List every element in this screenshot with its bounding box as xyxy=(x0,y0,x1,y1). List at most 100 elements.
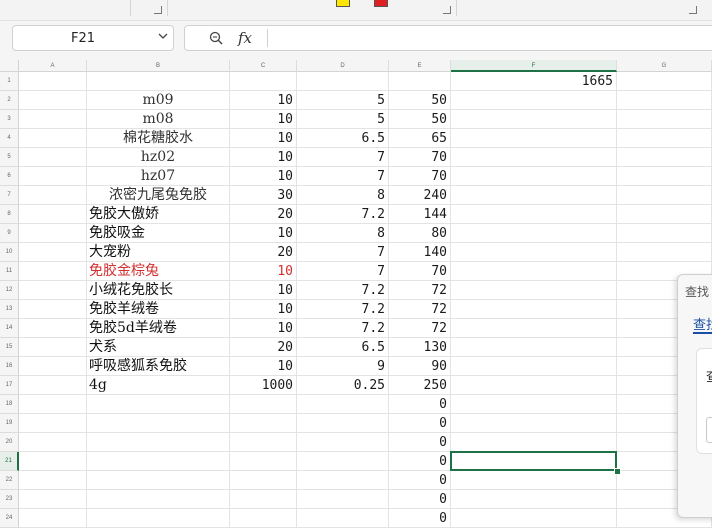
cell-F8[interactable] xyxy=(451,205,617,224)
cell-B2[interactable]: m09 xyxy=(87,91,230,110)
cell-D7[interactable]: 8 xyxy=(297,186,389,205)
cell-E24[interactable]: 0 xyxy=(389,509,451,528)
row-header-13[interactable]: 13 xyxy=(0,300,19,319)
dialog-launcher-icon[interactable] xyxy=(689,6,697,14)
cell-D22[interactable] xyxy=(297,471,389,490)
cell-D6[interactable]: 7 xyxy=(297,167,389,186)
cell-B24[interactable] xyxy=(87,509,230,528)
cell-E20[interactable]: 0 xyxy=(389,433,451,452)
cell-G4[interactable] xyxy=(617,129,712,148)
cell-C19[interactable] xyxy=(230,414,297,433)
cell-E7[interactable]: 240 xyxy=(389,186,451,205)
cell-F18[interactable] xyxy=(451,395,617,414)
cell-C4[interactable]: 10 xyxy=(230,129,297,148)
cell-D19[interactable] xyxy=(297,414,389,433)
row-header-18[interactable]: 18 xyxy=(0,395,19,414)
cell-E14[interactable]: 72 xyxy=(389,319,451,338)
cell-B9[interactable]: 免胶吸金 xyxy=(87,224,230,243)
row-header-17[interactable]: 17 xyxy=(0,376,19,395)
cell-B6[interactable]: hz07 xyxy=(87,167,230,186)
cell-F17[interactable] xyxy=(451,376,617,395)
cell-E12[interactable]: 72 xyxy=(389,281,451,300)
cell-B14[interactable]: 免胶5d羊绒卷 xyxy=(87,319,230,338)
cell-A17[interactable] xyxy=(19,376,87,395)
cell-F13[interactable] xyxy=(451,300,617,319)
find-input[interactable] xyxy=(706,417,712,443)
cell-C1[interactable] xyxy=(230,72,297,91)
cell-D14[interactable]: 7.2 xyxy=(297,319,389,338)
cell-C23[interactable] xyxy=(230,490,297,509)
cell-A7[interactable] xyxy=(19,186,87,205)
cell-D15[interactable]: 6.5 xyxy=(297,338,389,357)
cell-B4[interactable]: 棉花糖胶水 xyxy=(87,129,230,148)
cell-B15[interactable]: 犬系 xyxy=(87,338,230,357)
active-cell-selection[interactable] xyxy=(450,451,617,471)
cell-D5[interactable]: 7 xyxy=(297,148,389,167)
cell-B13[interactable]: 免胶羊绒卷 xyxy=(87,300,230,319)
cell-C9[interactable]: 10 xyxy=(230,224,297,243)
cell-F2[interactable] xyxy=(451,91,617,110)
cell-A3[interactable] xyxy=(19,110,87,129)
row-header-11[interactable]: 11 xyxy=(0,262,19,281)
cell-D8[interactable]: 7.2 xyxy=(297,205,389,224)
column-header-C[interactable]: C xyxy=(230,60,297,72)
cell-C7[interactable]: 30 xyxy=(230,186,297,205)
cell-C21[interactable] xyxy=(230,452,297,471)
cell-G2[interactable] xyxy=(617,91,712,110)
cell-D1[interactable] xyxy=(297,72,389,91)
cell-E2[interactable]: 50 xyxy=(389,91,451,110)
cell-A5[interactable] xyxy=(19,148,87,167)
dialog-launcher-icon[interactable] xyxy=(154,6,162,14)
cell-D24[interactable] xyxy=(297,509,389,528)
cell-D2[interactable]: 5 xyxy=(297,91,389,110)
name-box-value[interactable]: F21 xyxy=(13,31,153,46)
cell-E8[interactable]: 144 xyxy=(389,205,451,224)
cell-C8[interactable]: 20 xyxy=(230,205,297,224)
row-header-21[interactable]: 21 xyxy=(0,452,19,471)
cell-A16[interactable] xyxy=(19,357,87,376)
column-header-D[interactable]: D xyxy=(297,60,389,72)
cell-C11[interactable]: 10 xyxy=(230,262,297,281)
cell-G9[interactable] xyxy=(617,224,712,243)
cell-F3[interactable] xyxy=(451,110,617,129)
cell-A11[interactable] xyxy=(19,262,87,281)
cell-G3[interactable] xyxy=(617,110,712,129)
cell-C12[interactable]: 10 xyxy=(230,281,297,300)
row-header-20[interactable]: 20 xyxy=(0,433,19,452)
row-header-12[interactable]: 12 xyxy=(0,281,19,300)
cell-F22[interactable] xyxy=(451,471,617,490)
cell-D17[interactable]: 0.25 xyxy=(297,376,389,395)
cell-D21[interactable] xyxy=(297,452,389,471)
insert-function-button[interactable]: fx xyxy=(238,29,252,47)
row-header-1[interactable]: 1 xyxy=(0,72,19,91)
cell-B18[interactable] xyxy=(87,395,230,414)
cell-A15[interactable] xyxy=(19,338,87,357)
cell-D23[interactable] xyxy=(297,490,389,509)
cell-F5[interactable] xyxy=(451,148,617,167)
cell-E17[interactable]: 250 xyxy=(389,376,451,395)
cell-B19[interactable] xyxy=(87,414,230,433)
cell-B17[interactable]: 4g xyxy=(87,376,230,395)
cell-A22[interactable] xyxy=(19,471,87,490)
cell-F12[interactable] xyxy=(451,281,617,300)
cell-A8[interactable] xyxy=(19,205,87,224)
cell-D20[interactable] xyxy=(297,433,389,452)
find-dialog[interactable]: 查找 查找 查 xyxy=(677,274,712,518)
cell-D4[interactable]: 6.5 xyxy=(297,129,389,148)
cell-E5[interactable]: 70 xyxy=(389,148,451,167)
tab-find[interactable]: 查找 xyxy=(693,314,712,333)
cell-D11[interactable]: 7 xyxy=(297,262,389,281)
row-header-7[interactable]: 7 xyxy=(0,186,19,205)
cell-F23[interactable] xyxy=(451,490,617,509)
cell-C5[interactable]: 10 xyxy=(230,148,297,167)
dialog-launcher-icon[interactable] xyxy=(443,6,451,14)
column-header-B[interactable]: B xyxy=(87,60,230,72)
row-header-2[interactable]: 2 xyxy=(0,91,19,110)
cell-A23[interactable] xyxy=(19,490,87,509)
cell-E15[interactable]: 130 xyxy=(389,338,451,357)
cell-F9[interactable] xyxy=(451,224,617,243)
cell-E4[interactable]: 65 xyxy=(389,129,451,148)
cell-E16[interactable]: 90 xyxy=(389,357,451,376)
cell-C17[interactable]: 1000 xyxy=(230,376,297,395)
row-header-3[interactable]: 3 xyxy=(0,110,19,129)
